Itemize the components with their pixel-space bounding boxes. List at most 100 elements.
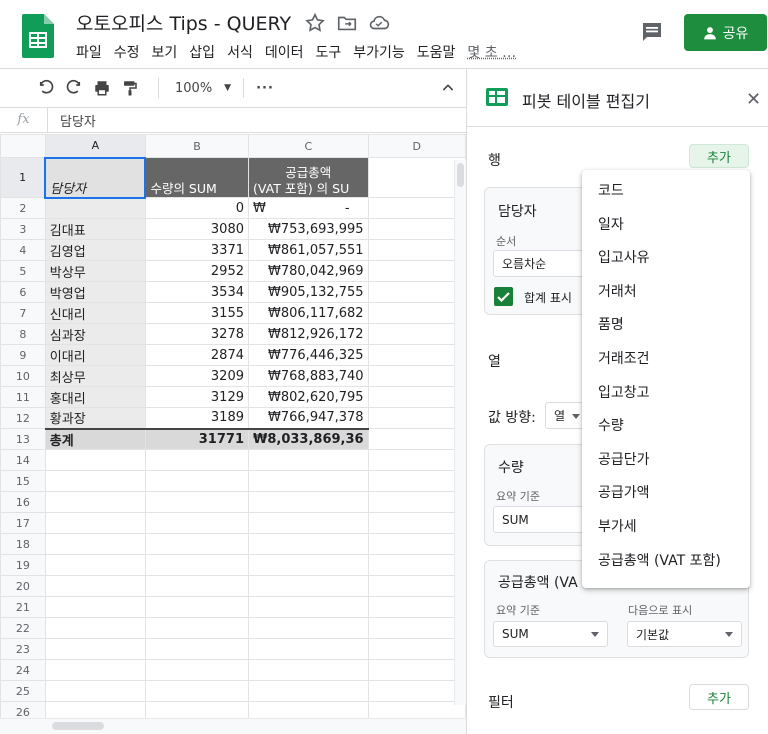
cell[interactable]	[248, 659, 369, 681]
share-button[interactable]: 공유	[684, 14, 767, 51]
row-header[interactable]: 25	[0, 680, 46, 702]
column-header-a[interactable]: A	[44, 134, 146, 158]
cloud-saved-icon[interactable]	[368, 12, 390, 34]
cell[interactable]	[44, 533, 146, 555]
total-label-cell[interactable]: 총계	[44, 427, 146, 450]
menu-data[interactable]: 데이터	[265, 42, 304, 62]
cell[interactable]	[144, 554, 250, 576]
comment-icon[interactable]	[640, 20, 664, 44]
row-header[interactable]: 1	[0, 157, 46, 198]
cell[interactable]	[44, 554, 146, 576]
cell[interactable]	[367, 596, 466, 618]
cell[interactable]	[367, 659, 466, 681]
cell[interactable]: ₩766,947,378	[248, 407, 369, 429]
summarize-select[interactable]: SUM	[493, 621, 608, 647]
cell[interactable]: ₩802,620,795	[248, 386, 369, 408]
last-edit-link[interactable]: 몇 초 …	[467, 42, 516, 62]
cell[interactable]: ₩ -	[248, 197, 369, 219]
column-header-d[interactable]: D	[367, 134, 466, 158]
cell[interactable]: 3080	[144, 218, 250, 240]
cell[interactable]	[367, 365, 466, 387]
cell[interactable]: 0	[144, 197, 250, 219]
cell[interactable]	[367, 533, 466, 555]
add-filter-button[interactable]: 추가	[689, 684, 749, 710]
dropdown-item[interactable]: 입고사유	[582, 242, 750, 276]
dropdown-item[interactable]: 공급단가	[582, 444, 750, 478]
cell[interactable]	[367, 323, 466, 345]
document-title[interactable]: 오토오피스 Tips - QUERY	[76, 9, 291, 36]
cell[interactable]: ₩776,446,325	[248, 344, 369, 366]
cell[interactable]	[144, 617, 250, 639]
column-header-c[interactable]: C	[248, 134, 369, 158]
more-options-icon[interactable]: ···	[256, 81, 274, 96]
cell[interactable]	[367, 680, 466, 702]
column-header-b[interactable]: B	[144, 134, 250, 158]
menu-edit[interactable]: 수정	[114, 42, 140, 62]
cell[interactable]	[44, 197, 146, 219]
collapse-toolbar-icon[interactable]	[434, 74, 462, 102]
cell[interactable]	[248, 638, 369, 660]
row-header[interactable]: 13	[0, 428, 46, 450]
total-qty-cell[interactable]: 31771	[144, 427, 250, 450]
row-header[interactable]: 21	[0, 596, 46, 618]
cell[interactable]	[248, 617, 369, 639]
cell[interactable]	[44, 617, 146, 639]
cell[interactable]	[144, 659, 250, 681]
row-header[interactable]: 18	[0, 533, 46, 555]
print-icon[interactable]	[88, 74, 116, 102]
dropdown-item[interactable]: 품명	[582, 309, 750, 343]
row-header[interactable]: 14	[0, 449, 46, 471]
menu-tools[interactable]: 도구	[315, 42, 341, 62]
show-as-select[interactable]: 기본값	[627, 621, 742, 647]
row-header[interactable]: 16	[0, 491, 46, 513]
cell[interactable]: 심과장	[44, 323, 146, 345]
vertical-scroll-thumb[interactable]	[457, 163, 464, 187]
cell[interactable]	[367, 218, 466, 240]
cell[interactable]	[367, 512, 466, 534]
cell[interactable]: 김영업	[44, 239, 146, 261]
cell[interactable]	[144, 470, 250, 492]
cell[interactable]	[44, 491, 146, 513]
formula-input[interactable]: 담당자	[60, 111, 96, 130]
row-header[interactable]: 5	[0, 260, 46, 282]
menu-format[interactable]: 서식	[227, 42, 253, 62]
row-header[interactable]: 4	[0, 239, 46, 261]
cell[interactable]	[144, 596, 250, 618]
cell[interactable]	[44, 512, 146, 534]
cell[interactable]	[367, 281, 466, 303]
cell[interactable]	[144, 449, 250, 471]
cell[interactable]	[367, 157, 466, 198]
cell[interactable]	[248, 533, 369, 555]
cell[interactable]	[44, 659, 146, 681]
cell[interactable]	[44, 638, 146, 660]
move-folder-icon[interactable]	[336, 12, 358, 34]
menu-view[interactable]: 보기	[152, 42, 178, 62]
cell[interactable]: 3155	[144, 302, 250, 324]
dropdown-item[interactable]: 공급가액	[582, 477, 750, 511]
cell[interactable]: 3278	[144, 323, 250, 345]
pivot-header-c[interactable]: 공급총액 (VAT 포함) 의 SU	[248, 157, 369, 198]
paint-format-icon[interactable]	[116, 74, 144, 102]
cell[interactable]	[367, 554, 466, 576]
row-header[interactable]: 10	[0, 365, 46, 387]
cell[interactable]: ₩861,057,551	[248, 239, 369, 261]
cell[interactable]	[248, 449, 369, 471]
close-icon[interactable]: ✕	[746, 89, 761, 110]
row-header[interactable]: 17	[0, 512, 46, 534]
cell[interactable]: ₩753,693,995	[248, 218, 369, 240]
cell[interactable]	[367, 428, 466, 450]
cell[interactable]: 2952	[144, 260, 250, 282]
vertical-scrollbar[interactable]	[454, 160, 466, 705]
cell[interactable]	[367, 617, 466, 639]
cell[interactable]	[367, 449, 466, 471]
dropdown-item[interactable]: 거래처	[582, 276, 750, 310]
row-header[interactable]: 6	[0, 281, 46, 303]
row-header[interactable]: 9	[0, 344, 46, 366]
dropdown-item[interactable]: 수량	[582, 410, 750, 444]
cell[interactable]	[44, 470, 146, 492]
add-row-button[interactable]: 추가	[689, 144, 749, 168]
cell[interactable]: ₩812,926,172	[248, 323, 369, 345]
sheets-logo-icon[interactable]	[22, 14, 54, 58]
row-header[interactable]: 20	[0, 575, 46, 597]
cell[interactable]	[144, 638, 250, 660]
